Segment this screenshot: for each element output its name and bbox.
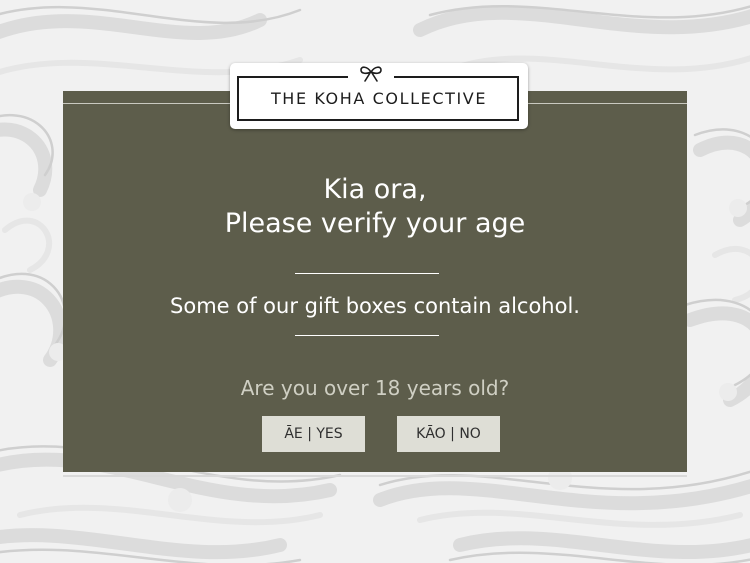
brand-logo: THE KOHA COLLECTIVE [230,63,528,129]
no-button[interactable]: KĀO | NO [397,416,500,452]
greeting-line-2: Please verify your age [224,208,526,239]
divider-bottom [295,335,439,336]
greeting-line-1: Kia ora, [323,174,427,205]
divider-top [295,273,439,274]
alcohol-notice: Some of our gift boxes contain alcohol. [170,294,580,318]
age-verification-modal: Kia ora, Please verify your age Some of … [63,91,687,472]
age-question: Are you over 18 years old? [240,376,510,400]
modal-bottom-line [63,475,687,477]
yes-button[interactable]: ĀE | YES [262,416,365,452]
bow-icon [360,66,382,82]
brand-name: THE KOHA COLLECTIVE [270,89,488,108]
greeting-heading: Kia ora, Please verify your age [63,173,687,241]
